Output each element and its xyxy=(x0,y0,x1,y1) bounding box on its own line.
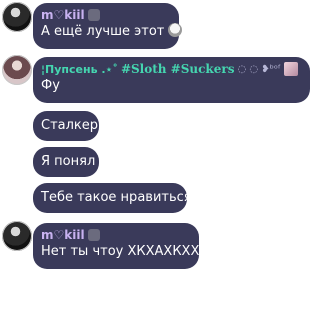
avatar[interactable] xyxy=(2,55,32,85)
message-bubble[interactable]: m♡kiil А ещё лучше этот xyxy=(33,3,183,49)
avatar[interactable] xyxy=(2,221,32,251)
message-text: Нет ты чтоу ХКХАХКХХВ xyxy=(41,244,209,259)
message-bubble[interactable]: m♡kiil Нет ты чтоу ХКХАХКХХВ xyxy=(33,223,209,269)
message-text: Тебе такое нравиться xyxy=(41,190,192,205)
author-name[interactable]: ¦Пупсень .⋆˚ xyxy=(41,61,118,78)
author-tags: #Sloth #Suckers xyxy=(120,61,235,76)
emoji-icon xyxy=(168,23,183,37)
author-name[interactable]: m♡kiil xyxy=(41,227,85,244)
avatar[interactable] xyxy=(2,2,32,32)
badge-icon xyxy=(87,9,100,21)
message-text: Сталкер xyxy=(41,118,99,133)
message-bubble[interactable]: Сталкер xyxy=(33,111,99,141)
message-text: Фу xyxy=(41,78,60,93)
badge-icon xyxy=(87,229,100,241)
message-bubble[interactable]: ¦Пупсень .⋆˚ #Sloth #Suckers ◌ ◌ ❥ᵇᵒᶠ Фу xyxy=(33,57,310,103)
author-name[interactable]: m♡kiil xyxy=(41,7,85,24)
author-decoration: ◌ ◌ ❥ᵇᵒᶠ xyxy=(237,63,282,75)
message-bubble[interactable]: Тебе такое нравиться xyxy=(33,183,192,213)
message-text: Я понял xyxy=(41,154,96,169)
message-text: А ещё лучше этот xyxy=(41,24,165,39)
badge-icon xyxy=(284,62,299,76)
message-bubble[interactable]: Я понял xyxy=(33,147,99,177)
